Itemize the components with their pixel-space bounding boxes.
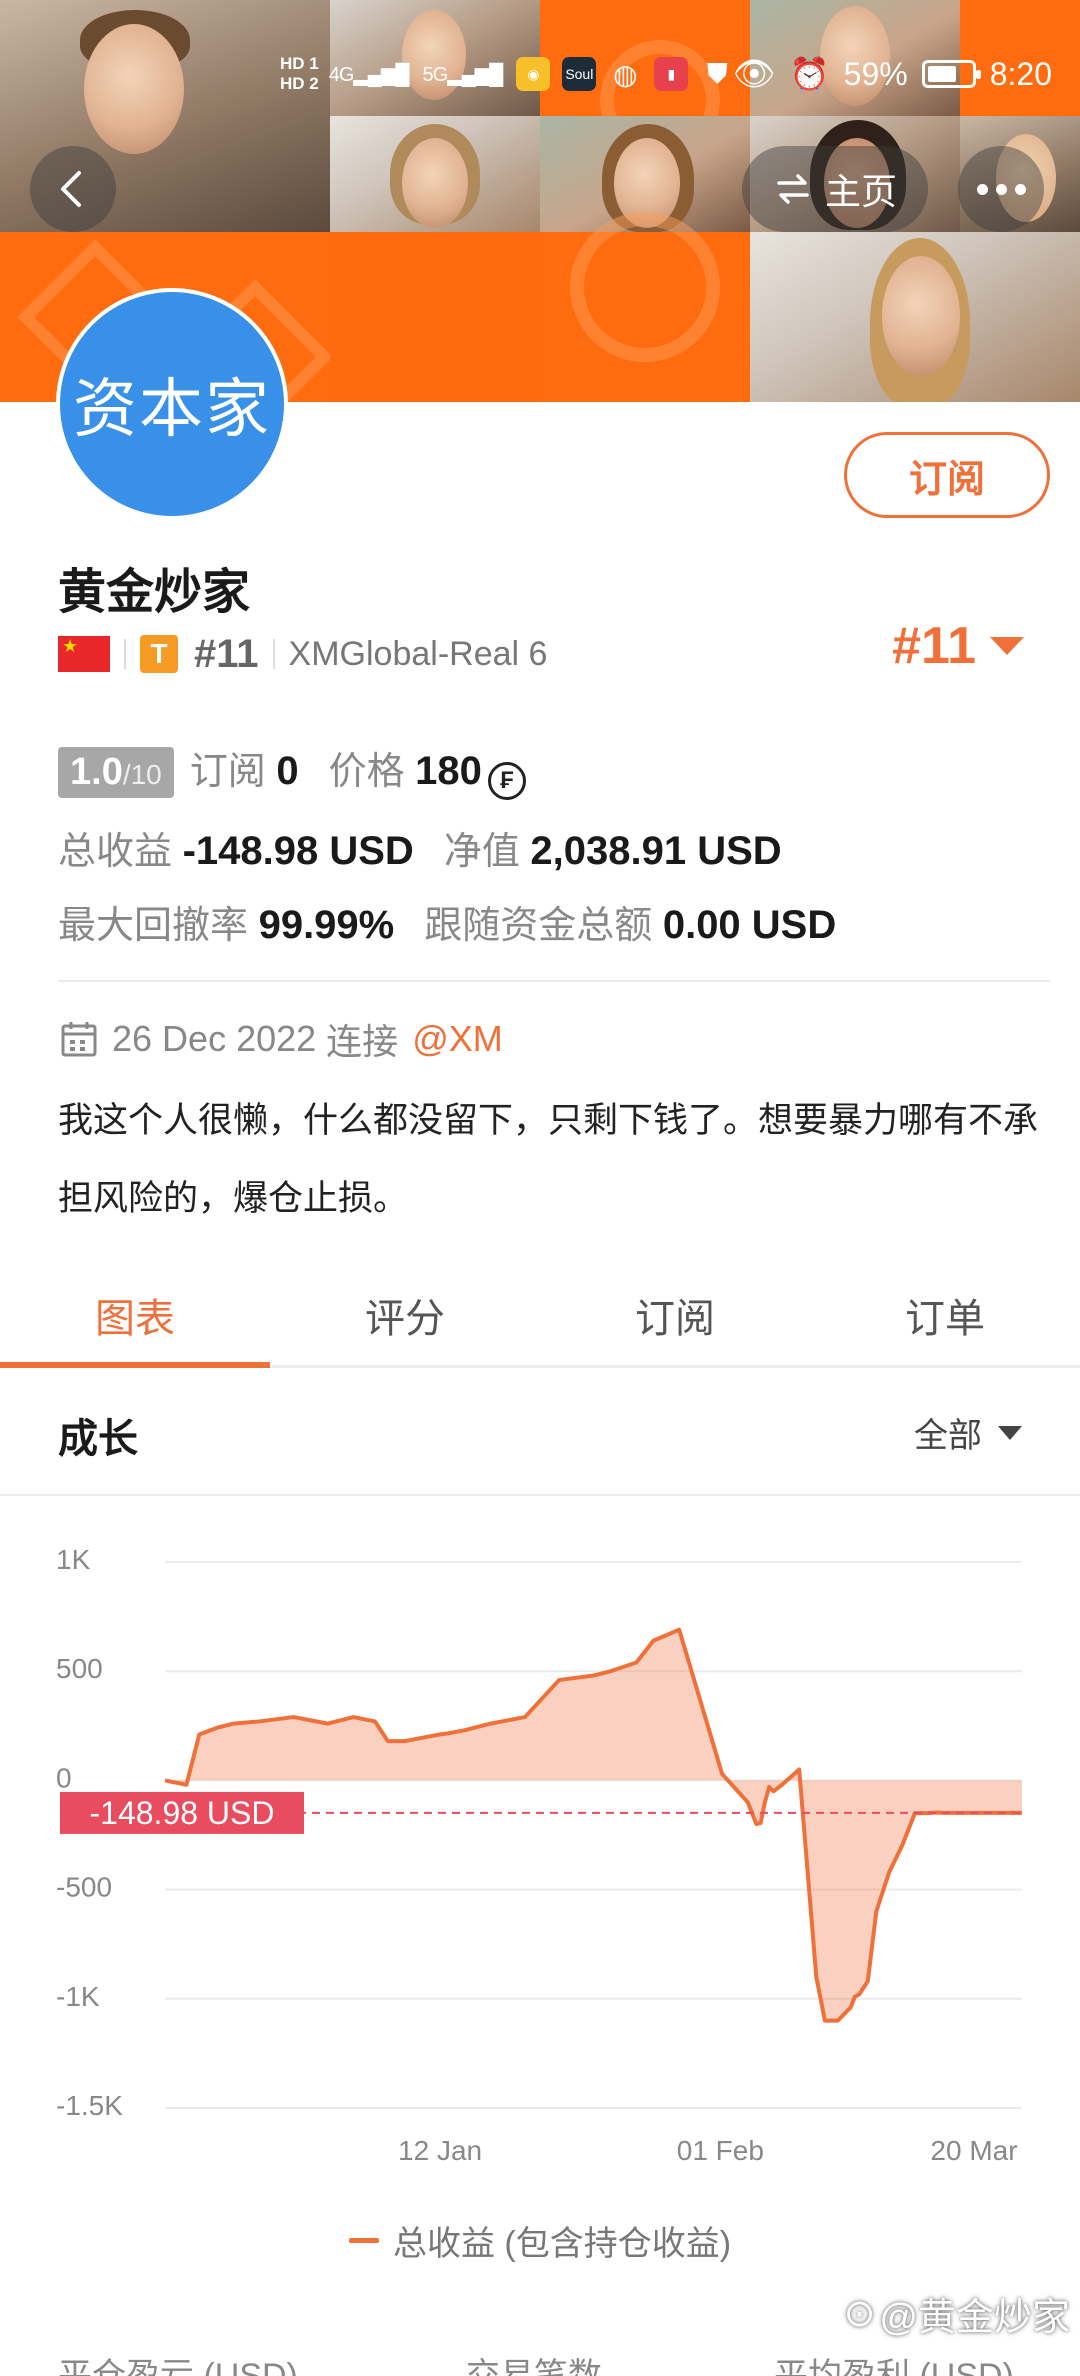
join-connect-label: 连接 [326, 1021, 399, 1062]
price-label: 价格 [328, 751, 405, 793]
total-profit-label: 总收益 [58, 831, 173, 873]
y-tick-label: -1.5K [56, 2090, 123, 2121]
trader-bio: 我这个人很懒，什么都没留下，只剩下钱了。想要暴力哪有不承担风险的，爆仓止损。 [58, 1101, 1039, 1218]
avatar: 资本家 [56, 288, 288, 520]
alarm-icon: ⏰ [789, 56, 830, 92]
closed-pnl-label: 平仓盈亏 (USD) [58, 2357, 298, 2376]
range-select[interactable]: 全部 [914, 1408, 1022, 1457]
chart-legend: 总收益 (包含持仓收益) [0, 2216, 1080, 2265]
soul-app-icon: Soul [562, 57, 597, 91]
broker-link[interactable]: @XM [412, 1018, 503, 1060]
banner-pattern [540, 212, 750, 402]
stats-row-3: 最大回撤率 99.99% 跟随资金总额 0.00 USD [58, 894, 836, 949]
profile-tabs: 图表 评分 订阅 订单 [0, 1264, 1080, 1368]
rank-label: #11 [194, 631, 259, 676]
banner-pattern [330, 232, 540, 402]
tier-badge: T [140, 635, 178, 673]
battery-percent: 59% [843, 55, 908, 92]
legend-swatch [348, 2238, 379, 2243]
shield-app-icon: ⛊ [706, 57, 728, 89]
server-label: XMGlobal-Real 6 [288, 634, 548, 673]
y-tick-label: 0 [56, 1762, 72, 1793]
tab-subscribe[interactable]: 订阅 [540, 1264, 810, 1365]
rank-dropdown-label: #11 [892, 617, 976, 675]
follow-total-label: 跟随资金总额 [424, 905, 653, 947]
y-tick-label: 500 [56, 1653, 103, 1684]
calendar-icon [61, 1022, 97, 1057]
rank-dropdown[interactable]: #11 [892, 616, 1024, 676]
stats-row-1: 1.0/10 订阅 0 价格 180 ₣ [58, 740, 526, 800]
signal-5g-icon: 5G▂▄▆█ [422, 63, 504, 86]
book-app-icon: ▮ [654, 57, 689, 91]
status-bar: HD 1 HD 2 4G▂▄▆█ 5G▂▄▆█ ◉ Soul ◍ ▮ ⛊ 👁 ⏰… [280, 44, 1080, 104]
bottom-stats: 平仓盈亏 (USD) 交易笔数 平均盈利 (USD) [0, 2340, 1080, 2376]
subscribe-count: 0 [276, 749, 299, 793]
banner-photo-4 [330, 116, 540, 232]
current-value-label: -148.98 USD [90, 1795, 275, 1831]
max-drawdown-value: 99.99% [258, 903, 395, 947]
ball-app-icon: ◍ [613, 58, 638, 90]
join-info: 26 Dec 2022 连接 @XM [60, 1013, 503, 1065]
chart-x-axis: 12 Jan 01 Feb 20 Mar [398, 2135, 1018, 2166]
x-tick-label: 12 Jan [398, 2135, 482, 2166]
x-tick-label: 20 Mar [930, 2135, 1017, 2166]
subscribe-button[interactable]: 订阅 [844, 432, 1050, 518]
weibo-app-icon: ◉ [516, 57, 551, 91]
caret-down-icon [998, 1425, 1022, 1440]
china-flag-icon [58, 636, 110, 672]
y-tick-label: 1K [56, 1544, 91, 1575]
caret-down-icon [990, 637, 1024, 655]
eye-icon: 👁 [732, 55, 776, 93]
signal-4g-icon: 4G▂▄▆█ [328, 63, 410, 86]
divider [58, 980, 1050, 982]
more-options-button[interactable] [958, 146, 1044, 232]
watermark-text: @黄金炒家 [879, 2297, 1070, 2339]
section-title: 成长 [58, 1417, 138, 1461]
swap-icon [777, 174, 809, 204]
more-dot-icon [976, 183, 988, 195]
subscribe-count-label: 订阅 [189, 751, 266, 793]
range-select-label: 全部 [914, 1417, 982, 1455]
max-drawdown-label: 最大回撤率 [58, 905, 249, 947]
y-tick-label: -500 [56, 1872, 112, 1903]
total-profit-value: -148.98 USD [182, 829, 414, 873]
equity-label: 净值 [443, 831, 520, 873]
trader-meta: T #11 XMGlobal-Real 6 [58, 628, 547, 680]
y-tick-label: -1K [56, 1981, 100, 2012]
coin-icon: ₣ [487, 762, 526, 800]
legend-label: 总收益 (包含持仓收益) [392, 2225, 732, 2263]
tab-chart[interactable]: 图表 [0, 1264, 270, 1368]
trade-count-label: 交易笔数 [466, 2357, 602, 2376]
x-tick-label: 01 Feb [677, 2135, 764, 2166]
equity-value: 2,038.91 USD [530, 829, 782, 873]
stats-row-2: 总收益 -148.98 USD 净值 2,038.91 USD [58, 820, 782, 875]
watermark: ⊙ @黄金炒家 [844, 2286, 1070, 2341]
clock: 8:20 [989, 55, 1052, 92]
growth-section-header: 成长 全部 [0, 1372, 1080, 1496]
growth-chart: -148.98 USD 1K 500 0 -500 -1K -1.5K 12 Jan 01 … [56, 1544, 1022, 2166]
join-date: 26 Dec 2022 [112, 1018, 317, 1059]
banner-photo-8 [750, 232, 1080, 402]
follow-total-value: 0.00 USD [662, 903, 837, 947]
price-value: 180 [415, 749, 482, 793]
home-button-label: 主页 [824, 171, 897, 212]
hd2-indicator: HD 2 [280, 74, 319, 93]
chevron-left-icon [61, 171, 81, 207]
avg-profit-label: 平均盈利 (USD) [774, 2357, 1014, 2376]
tab-rating[interactable]: 评分 [270, 1264, 540, 1365]
weibo-watermark-icon: ⊙ [843, 2293, 876, 2335]
score-badge: 1.0/10 [58, 747, 174, 798]
battery-icon [921, 60, 981, 88]
avatar-text: 资本家 [73, 373, 271, 447]
back-button[interactable] [30, 146, 116, 232]
trader-name: 黄金炒家 [58, 566, 251, 619]
hd1-indicator: HD 1 [280, 54, 319, 73]
home-button[interactable]: 主页 [742, 146, 928, 232]
tab-orders[interactable]: 订单 [810, 1264, 1080, 1365]
